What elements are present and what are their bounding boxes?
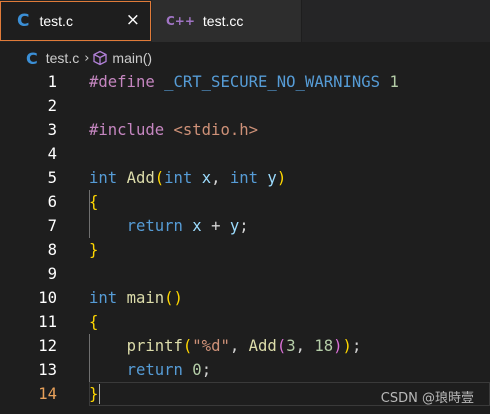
code-line[interactable]: 11 { <box>0 310 490 334</box>
code-line[interactable]: 10 int main() <box>0 286 490 310</box>
line-number: 1 <box>47 73 57 91</box>
code-line[interactable]: 6{ <box>0 190 490 214</box>
breadcrumb-file[interactable]: test.c <box>46 50 79 66</box>
code-line[interactable]: 4 <box>0 142 490 166</box>
text-cursor <box>99 384 100 404</box>
tab-test-cc[interactable]: C++ test.cc <box>152 0 302 42</box>
code-editor[interactable]: 1 #define _CRT_SECURE_NO_WARNINGS 1 2 3 #inc… <box>0 70 490 414</box>
tab-label: test.c <box>39 13 73 29</box>
c-file-icon: C <box>26 48 38 68</box>
line-number: 13 <box>38 361 57 379</box>
code-line[interactable]: 12 printf("%d", Add(3, 18)); <box>0 334 490 358</box>
code-text: #define _CRT_SECURE_NO_WARNINGS 1 <box>89 73 399 91</box>
code-line[interactable]: 1 #define _CRT_SECURE_NO_WARNINGS 1 <box>0 70 490 94</box>
line-number: 9 <box>47 265 57 283</box>
code-text: int main() <box>89 289 183 307</box>
code-text: { <box>89 313 99 331</box>
code-text: return x + y; <box>126 217 249 235</box>
code-text: #include <stdio.h> <box>89 121 258 139</box>
code-text: int Add(int x, int y) <box>89 169 287 187</box>
line-number: 14 <box>38 385 57 403</box>
line-number: 5 <box>47 169 57 187</box>
tab-test-c[interactable]: C test.c × <box>0 1 151 41</box>
tab-label: test.cc <box>202 13 244 29</box>
chevron-right-icon: › <box>84 50 90 66</box>
code-text: { <box>89 193 99 211</box>
line-number: 2 <box>47 97 57 115</box>
code-text: return 0; <box>126 361 212 379</box>
breadcrumb: C test.c › main() <box>0 46 490 70</box>
code-line[interactable]: 8} <box>0 238 490 262</box>
line-number: 12 <box>38 337 57 355</box>
c-file-icon: C <box>17 11 30 31</box>
line-number: 6 <box>47 193 57 211</box>
code-line[interactable]: 5 int Add(int x, int y) <box>0 166 490 190</box>
line-number: 10 <box>38 289 57 307</box>
code-line[interactable]: 9 <box>0 262 490 286</box>
cpp-file-icon: C++ <box>166 14 195 28</box>
cube-icon <box>93 50 108 66</box>
watermark: CSDN @琅時壹 <box>380 391 474 406</box>
code-line[interactable]: 13 return 0; <box>0 358 490 382</box>
line-number: 4 <box>47 145 57 163</box>
line-number: 8 <box>47 241 57 259</box>
code-line[interactable]: 7 return x + y; <box>0 214 490 238</box>
code-line[interactable]: 2 <box>0 94 490 118</box>
editor-tab-bar: C test.c × C++ test.cc <box>0 0 490 42</box>
close-icon[interactable]: × <box>126 10 140 30</box>
breadcrumb-symbol[interactable]: main() <box>112 50 152 66</box>
line-number: 7 <box>47 217 57 235</box>
code-text: } <box>89 385 99 403</box>
code-text: } <box>89 241 99 259</box>
code-text: printf("%d", Add(3, 18)); <box>126 337 362 355</box>
code-line[interactable]: 3 #include <stdio.h> <box>0 118 490 142</box>
line-number: 3 <box>47 121 57 139</box>
line-number: 11 <box>38 313 57 331</box>
